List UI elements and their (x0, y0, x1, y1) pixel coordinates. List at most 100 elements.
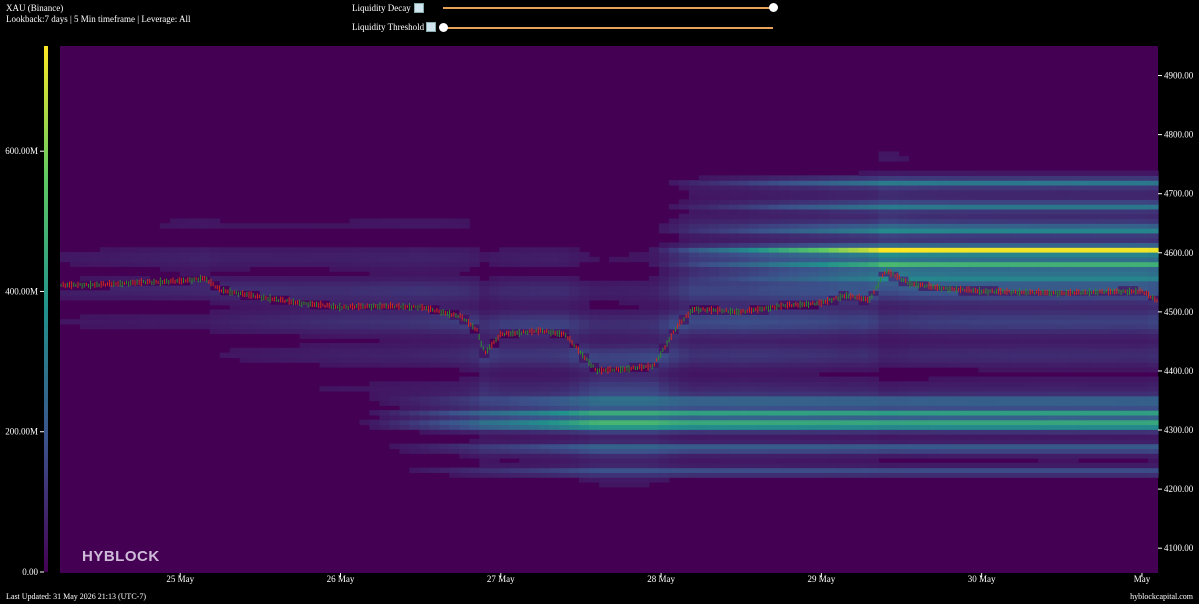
heatmap-cell (778, 314, 790, 320)
heatmap-cell (1038, 472, 1049, 478)
heatmap-cell (1038, 390, 1049, 397)
heatmap-cell (668, 261, 680, 267)
heatmap-cell (1018, 232, 1029, 239)
heatmap-cell (908, 204, 920, 210)
heatmap-cell (1128, 314, 1139, 320)
heatmap-cell (788, 247, 800, 253)
heatmap-cell (668, 228, 680, 234)
heatmap-cell (1028, 328, 1039, 335)
heatmap-cell (279, 314, 291, 320)
heatmap-cell (828, 261, 840, 267)
heatmap-cell (569, 405, 580, 411)
heatmap-cell (309, 247, 321, 253)
heatmap-cell (1068, 180, 1079, 186)
heatmap-cell (559, 381, 570, 387)
liquidation-heatmap-chart[interactable]: 0.00200.00M400.00M600.00M 4100.004200.00… (0, 0, 1199, 604)
heatmap-cell (648, 304, 660, 311)
heatmap-cell (219, 314, 231, 320)
heatmap-cell (1018, 237, 1029, 244)
heatmap-cell (529, 299, 540, 306)
heatmap-cell (788, 223, 800, 229)
heatmap-cell (798, 228, 810, 234)
heatmap-cell (838, 352, 850, 359)
heatmap-cell (1128, 381, 1139, 387)
heatmap-cell (129, 256, 141, 263)
heatmap-cell (818, 271, 830, 277)
heatmap-cell (1068, 362, 1079, 368)
heatmap-cell (858, 256, 870, 263)
heatmap-cell (609, 458, 620, 464)
heatmap-cell (938, 343, 949, 349)
heatmap-cell (539, 414, 550, 421)
heatmap-cell (698, 175, 710, 181)
heatmap-cell (678, 443, 690, 450)
heatmap-cell (579, 429, 590, 435)
heatmap-cell (549, 299, 560, 306)
heatmap-cell (219, 328, 231, 335)
heatmap-cell (638, 477, 650, 483)
heatmap-cell (708, 395, 720, 402)
heatmap-cell (1108, 323, 1119, 330)
heatmap-cell (618, 472, 630, 478)
heatmap-cell (668, 271, 680, 277)
heatmap-cell (389, 252, 400, 258)
heatmap-cell (938, 448, 949, 454)
heatmap-cell (569, 429, 580, 435)
heatmap-cell (918, 261, 930, 267)
heatmap-cell (988, 256, 999, 263)
heatmap-cell (429, 261, 440, 267)
heatmap-cell (429, 362, 440, 368)
heatmap-cell (868, 376, 880, 382)
heatmap-cell (678, 376, 690, 382)
heatmap-cell (1138, 434, 1149, 440)
heatmap-cell (1068, 199, 1079, 205)
heatmap-cell (379, 275, 390, 282)
heatmap-cell (379, 223, 390, 229)
heatmap-cell (479, 290, 490, 296)
heatmap-cell (339, 266, 351, 272)
heatmap-cell (1008, 323, 1019, 330)
heatmap-cell (599, 472, 610, 478)
heatmap-cell (738, 180, 750, 186)
heatmap-cell (599, 357, 610, 363)
heatmap-cell (738, 338, 750, 344)
heatmap-cell (149, 323, 161, 330)
heatmap-cell (509, 395, 520, 402)
heatmap-cell (599, 453, 610, 459)
heatmap-cell (209, 299, 221, 306)
heatmap-cell (988, 395, 999, 402)
heatmap-cell (1058, 458, 1069, 464)
heatmap-cell (1058, 343, 1069, 349)
heatmap-cell (1018, 204, 1029, 210)
heatmap-cell (778, 366, 790, 373)
heatmap-cell (768, 386, 780, 392)
heatmap-cell (958, 232, 969, 239)
heatmap-cell (858, 438, 870, 445)
heatmap-cell (988, 323, 999, 330)
heatmap-cell (189, 266, 201, 272)
heatmap-cell (449, 429, 460, 435)
heatmap-cell (628, 453, 640, 459)
heatmap-cell (698, 213, 710, 220)
heatmap-cell (738, 414, 750, 421)
heatmap-cell (898, 357, 910, 363)
heatmap-cell (1148, 467, 1159, 473)
heatmap-cell (998, 352, 1009, 359)
heatmap-cell (1148, 362, 1159, 368)
heatmap-cell (728, 366, 740, 373)
heatmap-cell (549, 357, 560, 363)
heatmap-cell (1138, 376, 1149, 382)
heatmap-cell (289, 352, 301, 359)
heatmap-cell (868, 357, 880, 363)
heatmap-cell (648, 467, 660, 473)
heatmap-cell (1128, 247, 1139, 253)
heatmap-cell (249, 357, 261, 363)
heatmap-cell (479, 357, 490, 363)
heatmap-cell (429, 295, 440, 301)
heatmap-cell (369, 285, 381, 291)
heatmap-cell (658, 453, 670, 459)
heatmap-cell (569, 424, 580, 430)
heatmap-cell (559, 319, 570, 325)
heatmap-cell (409, 223, 420, 229)
heatmap-cell (1088, 280, 1099, 287)
